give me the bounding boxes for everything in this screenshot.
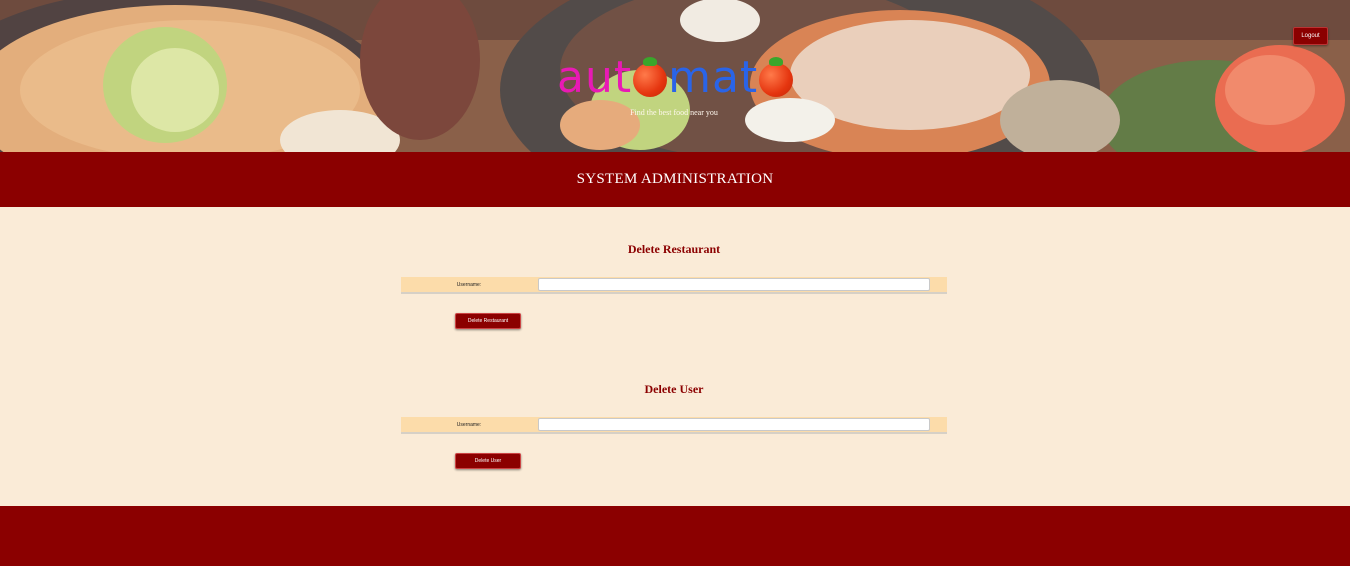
hero-banner: aut mat Find the best food near you Logo…: [0, 0, 1350, 152]
delete-user-form-row: Username:: [401, 417, 947, 434]
tagline: Find the best food near you: [630, 108, 718, 117]
delete-user-title: Delete User: [644, 382, 704, 396]
logo-text-part1: aut: [557, 52, 633, 103]
automato-logo[interactable]: aut mat: [557, 48, 797, 100]
delete-user-button[interactable]: Delete User: [455, 453, 521, 469]
page-title-bar: SYSTEM ADMINISTRATION: [0, 152, 1350, 207]
tomato-icon: [633, 57, 668, 97]
delete-restaurant-title: Delete Restaurant: [627, 242, 721, 256]
logo-text-part2: mat: [668, 52, 759, 103]
restaurant-username-input[interactable]: [538, 278, 930, 291]
tomato-icon: [759, 57, 794, 97]
user-username-label: Username:: [456, 421, 482, 428]
delete-restaurant-form-row: Username:: [401, 277, 947, 294]
footer: [0, 506, 1350, 566]
restaurant-username-label: Username:: [456, 281, 482, 288]
delete-restaurant-button[interactable]: Delete Restaurant: [455, 313, 521, 329]
logout-button[interactable]: Logout: [1293, 27, 1328, 45]
user-username-input[interactable]: [538, 418, 930, 431]
page-title: SYSTEM ADMINISTRATION: [576, 171, 774, 187]
